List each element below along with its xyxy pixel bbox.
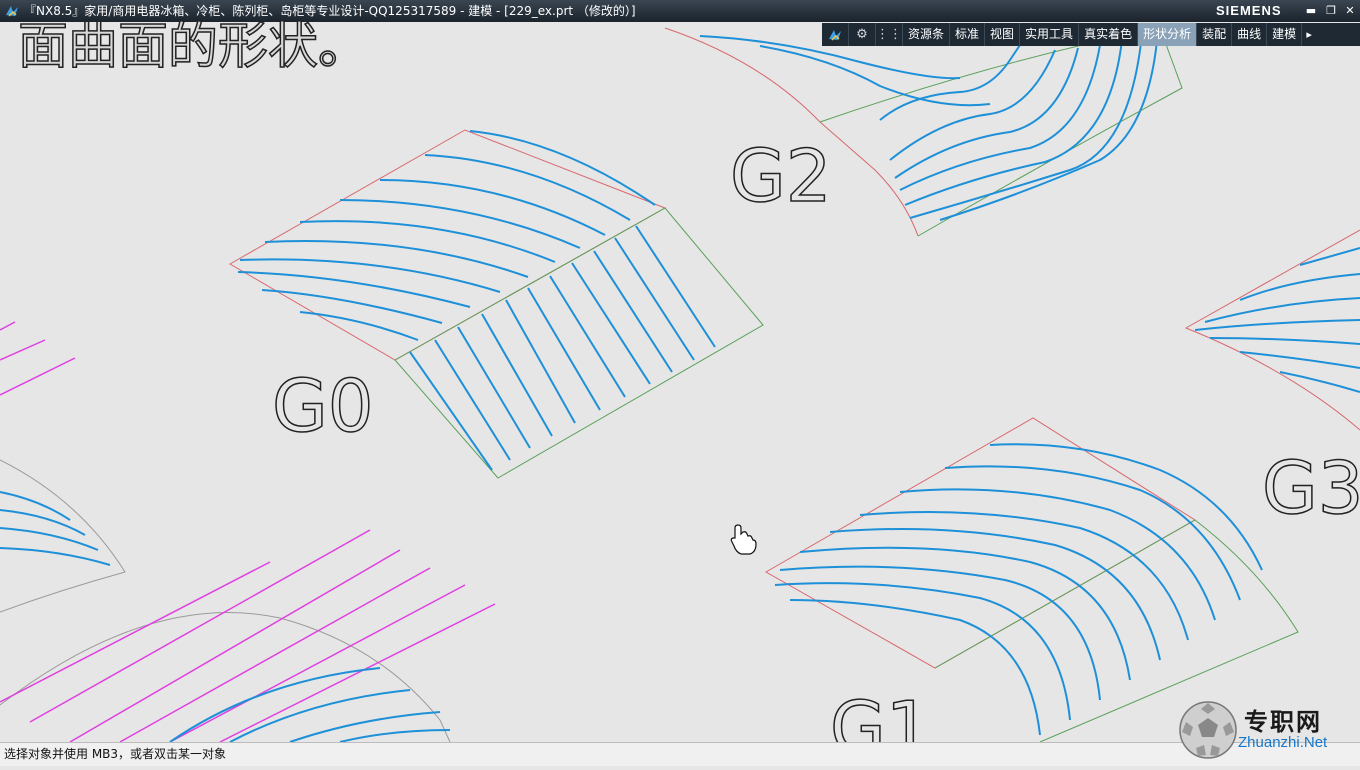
hand-cursor-icon [730,524,757,555]
status-bar: 选择对象并使用 MB3，或者双击某一对象 [0,742,1360,766]
nx-toolbar-icon[interactable] [822,23,849,46]
more-tabs-arrow-icon[interactable]: ▸ [1302,23,1316,46]
close-button[interactable]: ✕ [1341,3,1359,18]
soccer-ball-logo-icon [1179,701,1237,759]
tab-standard[interactable]: 标准 [950,23,986,46]
tab-modeling[interactable]: 建模 [1267,23,1303,46]
tab-shape-analysis[interactable]: 形状分析 [1138,23,1198,46]
status-message: 选择对象并使用 MB3，或者双击某一对象 [4,747,227,761]
restore-button[interactable]: ❐ [1322,3,1340,18]
ribbon-toolbar: ⚙ ⋮⋮ 资源条 标准 视图 实用工具 真实着色 形状分析 装配 曲线 建模 ▸ [822,23,1360,46]
watermark-chinese: 专职网 [1244,707,1322,736]
tab-view[interactable]: 视图 [985,23,1021,46]
heading-text-fragment: 面曲面的形状。 [17,16,369,76]
graphics-window[interactable]: 面曲面的形状。 G0 G2 G3 G1 [0,16,1360,770]
g3-label: G3 [1261,445,1360,531]
minimize-button[interactable]: ▬ [1302,3,1320,18]
watermark: 专职网 Zhuanzhi.Net [1178,700,1354,760]
magenta-lines-left [0,321,76,396]
grip-icon[interactable]: ⋮⋮ [876,23,903,46]
tab-resource-bar[interactable]: 资源条 [903,23,951,46]
bottom-left-surface [0,529,496,742]
tab-curve[interactable]: 曲线 [1232,23,1268,46]
tab-utilities[interactable]: 实用工具 [1020,23,1080,46]
g0-label: G0 [271,363,374,449]
tab-true-shading[interactable]: 真实着色 [1079,23,1139,46]
surface-canvas [0,27,1360,742]
siemens-brand: SIEMENS [1216,3,1282,18]
watermark-url: Zhuanzhi.Net [1238,734,1328,751]
g2-label: G2 [729,133,832,219]
gear-icon[interactable]: ⚙ [849,23,876,46]
left-partial-surface [0,459,126,613]
g3-surface [1184,229,1360,431]
tab-assembly[interactable]: 装配 [1197,23,1233,46]
